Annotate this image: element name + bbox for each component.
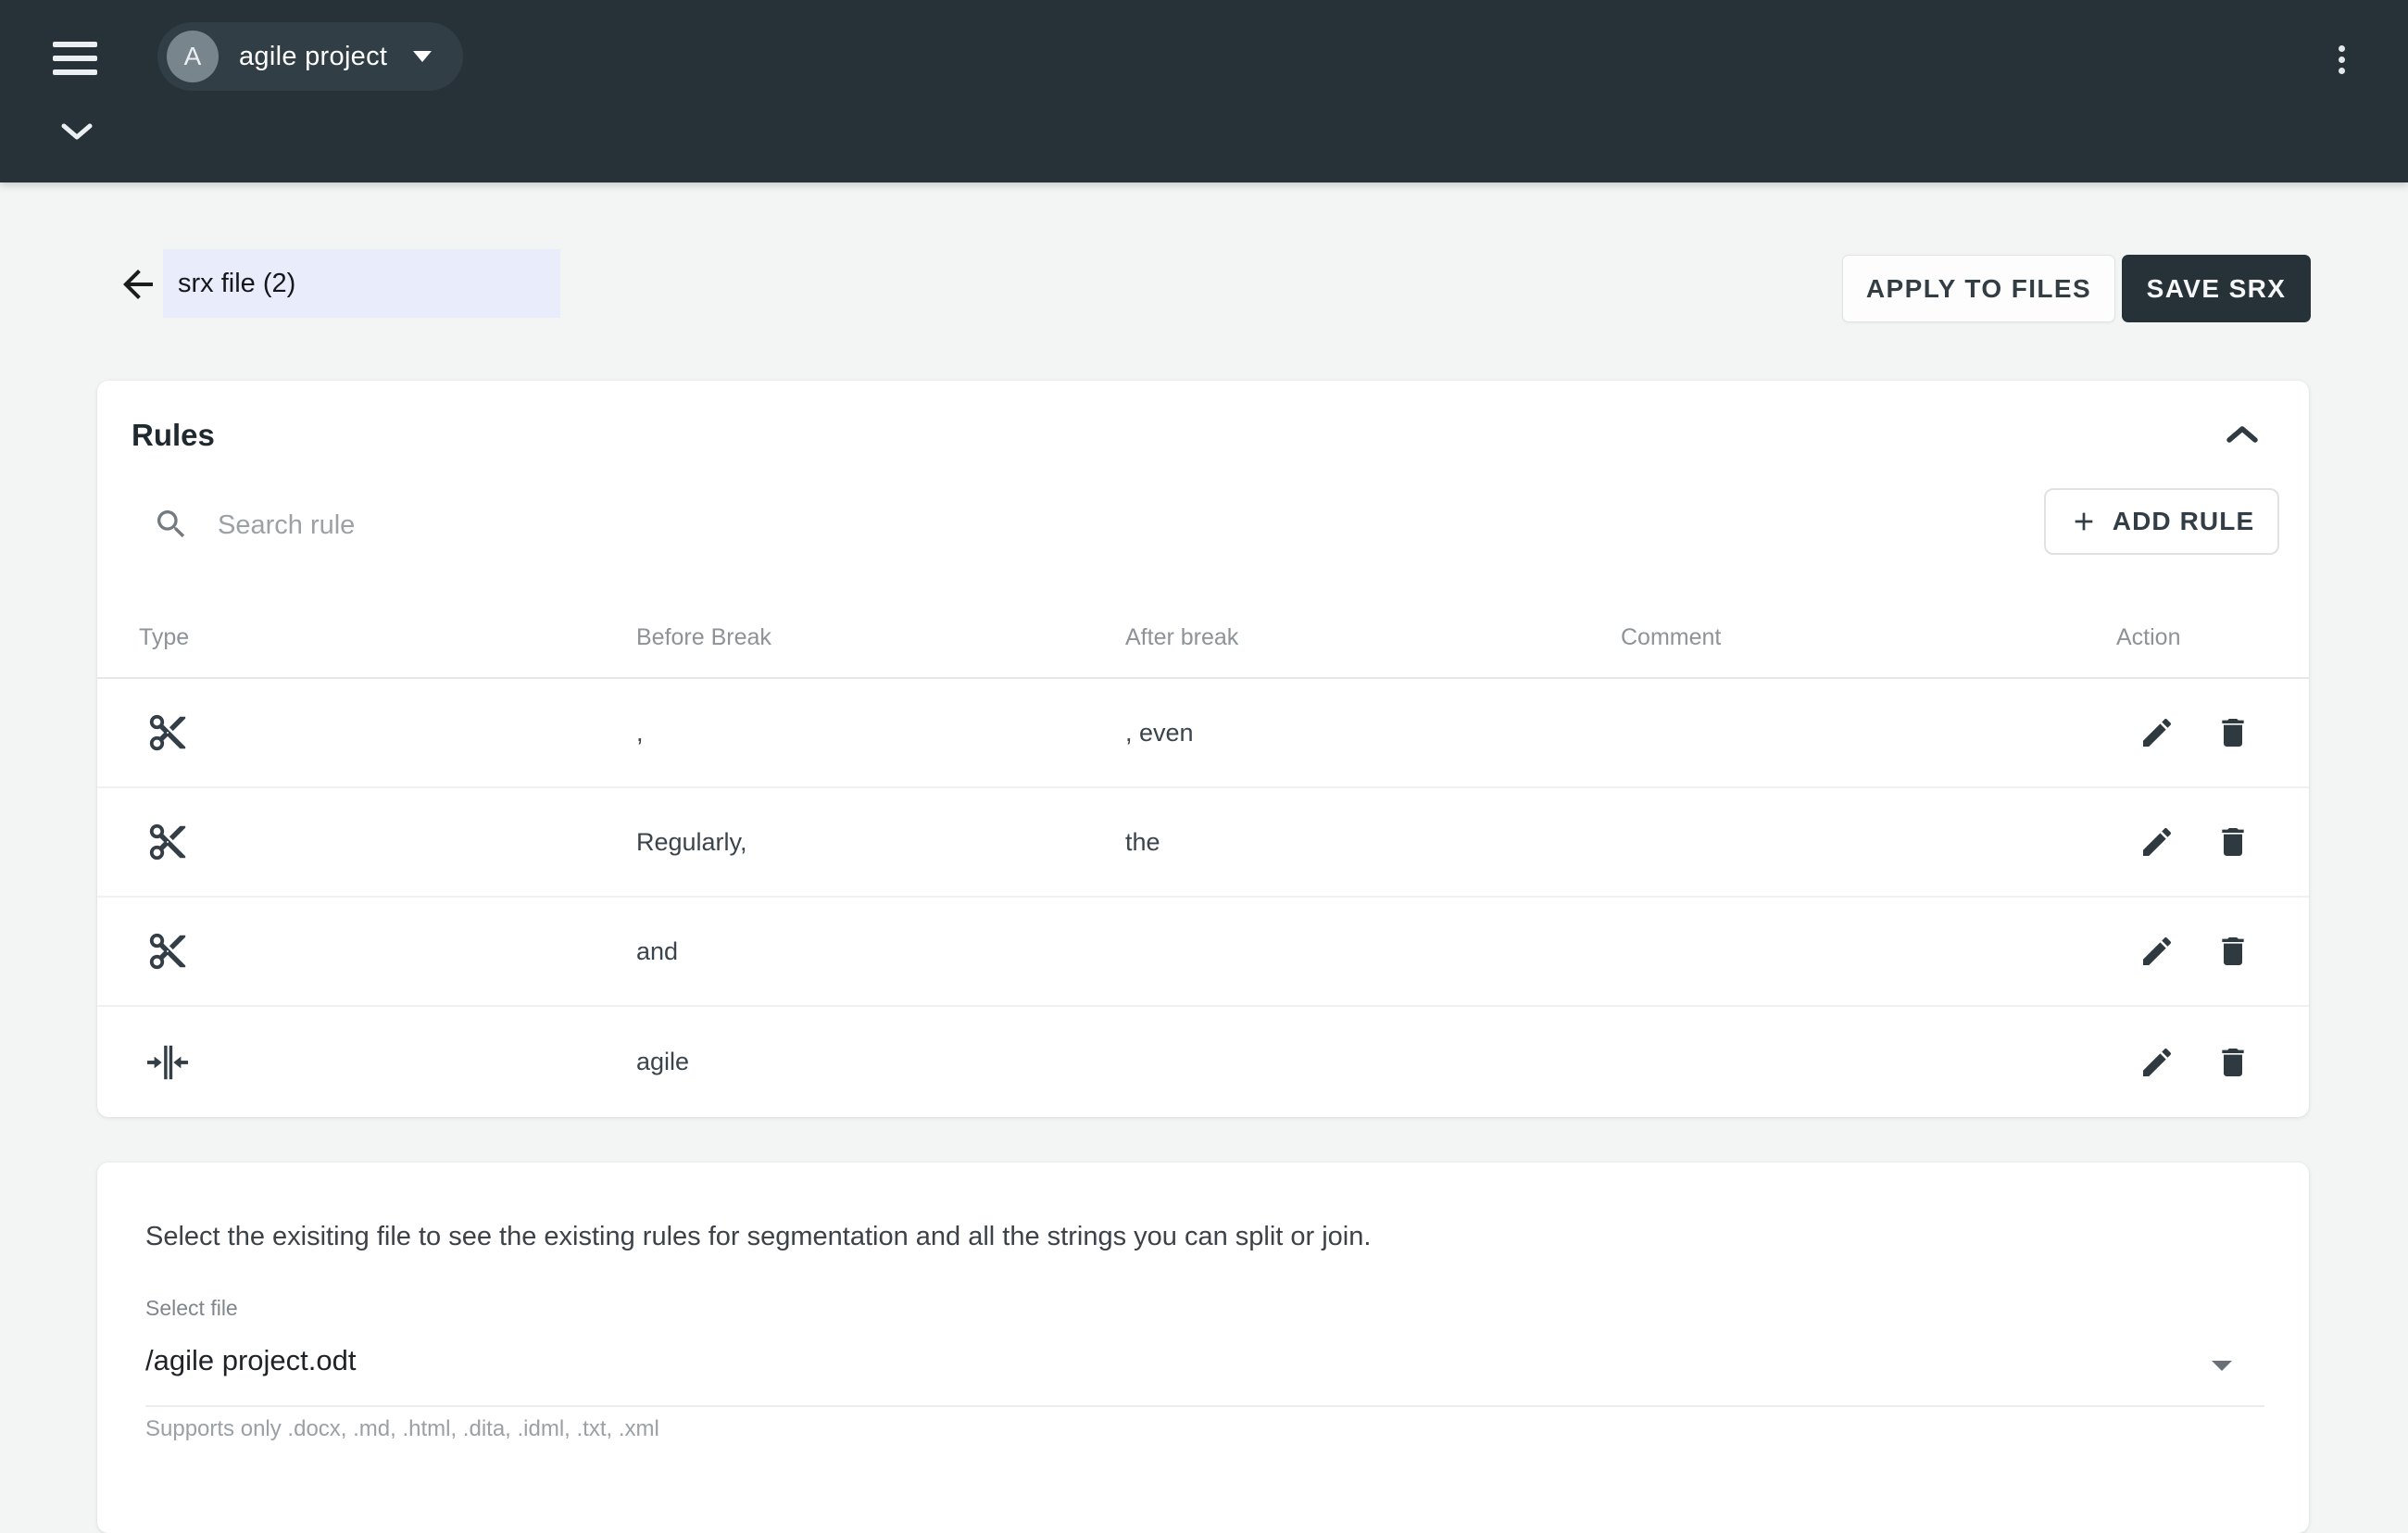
dropdown-arrow-icon [2212,1361,2232,1371]
edit-rule-button[interactable] [2137,1042,2177,1083]
delete-rule-button[interactable] [2213,712,2253,753]
add-rule-label: ADD RULE [2113,507,2254,536]
edit-rule-button[interactable] [2137,712,2177,753]
col-header-after: After break [1125,624,1621,651]
search-rule-input[interactable] [218,499,884,551]
file-select-dropdown[interactable]: /agile project.odt [145,1344,2264,1407]
before-break-value: and [636,937,1125,966]
select-underline [145,1405,2264,1407]
join-rule-icon [146,1041,189,1084]
before-break-value: Regularly, [636,828,1125,857]
collapse-rules-chevron-icon[interactable] [2216,412,2268,457]
rules-table: Type Before Break After break Comment Ac… [97,597,2309,1117]
rule-row: Regularly, the [97,788,2309,898]
rule-row: and [97,898,2309,1007]
search-icon [153,506,190,547]
delete-rule-button[interactable] [2213,822,2253,862]
edit-rule-button[interactable] [2137,822,2177,862]
col-header-type: Type [139,624,636,651]
supported-formats-text: Supports only .docx, .md, .html, .dita, … [145,1416,659,1442]
project-avatar: A [167,31,219,82]
before-break-value: , [636,719,1125,748]
more-options-icon[interactable] [2323,39,2360,80]
chevron-down-icon [413,51,432,62]
split-rule-icon [146,711,189,754]
plus-icon [2069,507,2099,536]
project-name: agile project [239,42,387,72]
before-break-value: agile [636,1048,1125,1076]
rules-card: Rules ADD RULE Type Before Break After b… [97,381,2309,1117]
col-header-comment: Comment [1621,624,2116,651]
split-rule-icon [146,930,189,973]
rules-card-title: Rules [132,418,215,453]
app-header: A agile project [0,0,2408,182]
after-break-value: , even [1125,719,1621,748]
rule-row: agile [97,1007,2309,1117]
edit-rule-button[interactable] [2137,931,2177,972]
project-switcher[interactable]: A agile project [157,22,463,91]
file-card-description: Select the exisiting file to see the exi… [145,1222,1371,1252]
select-file-label: Select file [145,1296,238,1321]
srx-title-field[interactable]: srx file (2) [163,249,560,318]
delete-rule-button[interactable] [2213,1042,2253,1083]
page-title: srx file (2) [178,269,295,299]
rule-row: , , even [97,679,2309,788]
rules-table-header: Type Before Break After break Comment Ac… [97,597,2309,679]
back-arrow-icon[interactable] [115,262,161,308]
apply-to-files-button[interactable]: APPLY TO FILES [1842,255,2115,322]
add-rule-button[interactable]: ADD RULE [2044,488,2279,555]
split-rule-icon [146,821,189,863]
expand-header-chevron-icon[interactable] [56,119,97,147]
after-break-value: the [1125,828,1621,857]
file-select-card: Select the exisiting file to see the exi… [97,1162,2309,1533]
delete-rule-button[interactable] [2213,931,2253,972]
selected-file-value: /agile project.odt [145,1344,356,1376]
save-srx-button[interactable]: SAVE SRX [2122,255,2311,322]
col-header-action: Action [2116,624,2309,651]
col-header-before: Before Break [636,624,1125,651]
menu-icon[interactable] [53,42,97,75]
